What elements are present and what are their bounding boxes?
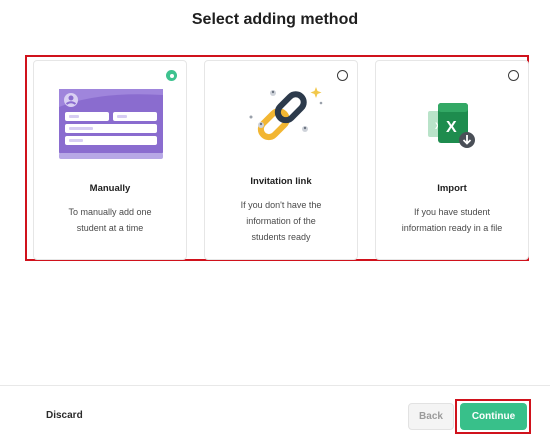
radio-manually[interactable]	[166, 70, 177, 81]
option-description: If you don't have the information of the…	[240, 200, 322, 242]
option-description: To manually add one student at a time	[68, 207, 152, 233]
page-title: Select adding method	[191, 11, 359, 28]
chain-link-icon	[249, 87, 323, 141]
continue-button[interactable]: Continue	[460, 403, 527, 430]
back-button[interactable]: Back	[408, 403, 454, 430]
option-description: If you have student information ready in…	[401, 207, 503, 233]
svg-text:X: X	[446, 119, 457, 136]
student-form-card-icon	[59, 89, 163, 159]
option-title: Manually	[89, 183, 131, 194]
option-title: Import	[437, 183, 467, 194]
option-card-import[interactable]: X X Import If you have student informati…	[375, 60, 529, 260]
option-title: Invitation link	[250, 176, 312, 187]
radio-invitation-link[interactable]	[337, 70, 348, 81]
discard-button[interactable]: Discard	[46, 410, 83, 421]
excel-download-icon: X X	[428, 103, 475, 148]
option-card-invitation-link[interactable]: Invitation link If you don't have the in…	[204, 60, 358, 260]
option-card-manually[interactable]: Manually To manually add one student at …	[33, 60, 187, 260]
footer-divider	[0, 385, 550, 386]
radio-import[interactable]	[508, 70, 519, 81]
